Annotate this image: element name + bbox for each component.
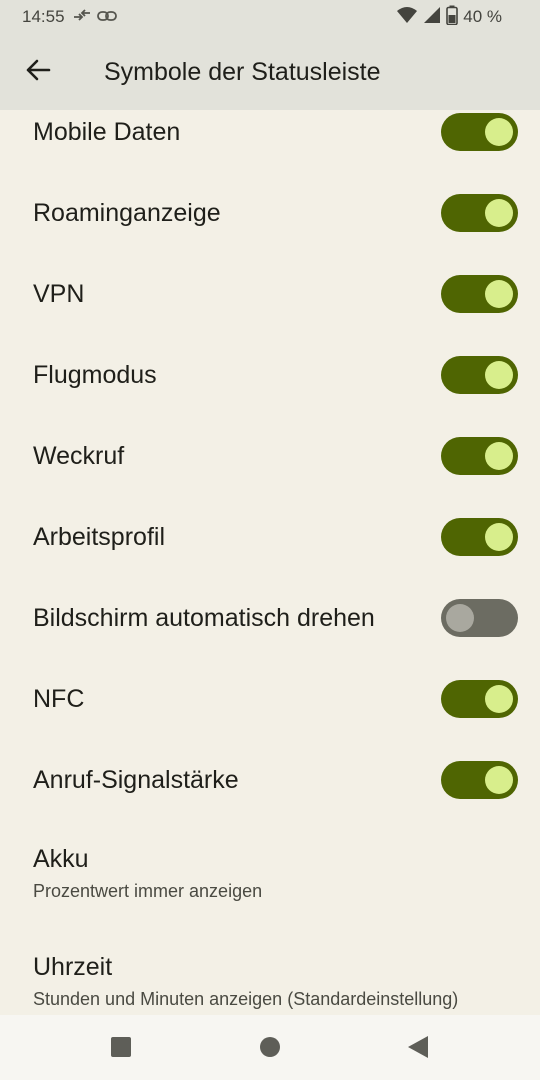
setting-row-alarm[interactable]: Weckruf bbox=[0, 436, 540, 476]
recents-button[interactable] bbox=[110, 1036, 132, 1063]
battery-icon bbox=[446, 5, 459, 30]
setting-row-call-signal[interactable]: Anruf-Signalstärke bbox=[0, 760, 540, 800]
arrow-back-icon bbox=[25, 57, 51, 88]
setting-label: Roaminganzeige bbox=[33, 198, 221, 227]
option-label: Akku bbox=[33, 845, 89, 873]
setting-label: Bildschirm automatisch drehen bbox=[33, 603, 375, 632]
switch-knob bbox=[485, 685, 513, 713]
setting-label: VPN bbox=[33, 279, 85, 308]
status-time: 14:55 bbox=[22, 7, 65, 26]
home-circle-icon bbox=[259, 1037, 281, 1062]
status-right-icons: 40 % bbox=[396, 5, 502, 30]
back-triangle-icon bbox=[407, 1036, 429, 1063]
switch-knob bbox=[485, 442, 513, 470]
setting-label: Mobile Daten bbox=[33, 117, 181, 146]
switch-knob bbox=[485, 199, 513, 227]
toggle-switch-mobile-data[interactable] bbox=[441, 113, 518, 151]
setting-label: Arbeitsprofil bbox=[33, 522, 165, 551]
status-bar: 14:55 40 % bbox=[0, 0, 540, 34]
setting-label: NFC bbox=[33, 684, 85, 713]
option-summary: Stunden und Minuten anzeigen (Standardei… bbox=[33, 989, 459, 1009]
option-row-battery[interactable]: Akku Prozentwert immer anzeigen bbox=[0, 845, 540, 905]
toggle-switch-alarm[interactable] bbox=[441, 437, 518, 475]
switch-knob bbox=[485, 280, 513, 308]
status-left-icons bbox=[73, 7, 117, 27]
option-summary: Prozentwert immer anzeigen bbox=[33, 881, 263, 901]
page-title: Symbole der Statusleiste bbox=[104, 57, 381, 86]
system-back-button[interactable] bbox=[407, 1035, 429, 1064]
toggle-switch-nfc[interactable] bbox=[441, 680, 518, 718]
toggle-switch-call-signal[interactable] bbox=[441, 761, 518, 799]
switch-knob bbox=[485, 118, 513, 146]
signal-icon bbox=[423, 6, 441, 29]
switch-knob bbox=[446, 604, 474, 632]
app-bar: Symbole der Statusleiste bbox=[0, 34, 540, 110]
setting-row-mobile-data[interactable]: Mobile Daten bbox=[0, 112, 540, 152]
battery-percentage: 40 % bbox=[463, 7, 502, 26]
toggle-switch-work-profile[interactable] bbox=[441, 518, 518, 556]
option-row-clock[interactable]: Uhrzeit Stunden und Minuten anzeigen (St… bbox=[0, 953, 540, 1013]
setting-label: Weckruf bbox=[33, 441, 125, 470]
link-icon bbox=[96, 7, 117, 27]
wifi-icon bbox=[396, 6, 418, 29]
settings-list: Mobile Daten Roaminganzeige VPN Flugmodu… bbox=[0, 110, 540, 1015]
setting-label: Anruf-Signalstärke bbox=[33, 765, 239, 794]
setting-row-work-profile[interactable]: Arbeitsprofil bbox=[0, 517, 540, 557]
data-transfer-icon bbox=[73, 7, 91, 27]
setting-row-airplane-mode[interactable]: Flugmodus bbox=[0, 355, 540, 395]
setting-label: Flugmodus bbox=[33, 360, 157, 389]
toggle-switch-vpn[interactable] bbox=[441, 275, 518, 313]
toggle-switch-auto-rotate[interactable] bbox=[441, 599, 518, 637]
setting-row-vpn[interactable]: VPN bbox=[0, 274, 540, 314]
setting-row-auto-rotate[interactable]: Bildschirm automatisch drehen bbox=[0, 598, 540, 638]
switch-knob bbox=[485, 766, 513, 794]
switch-knob bbox=[485, 523, 513, 551]
back-button[interactable] bbox=[14, 48, 62, 96]
setting-row-roaming[interactable]: Roaminganzeige bbox=[0, 193, 540, 233]
switch-knob bbox=[485, 361, 513, 389]
option-label: Uhrzeit bbox=[33, 953, 113, 981]
recents-square-icon bbox=[110, 1037, 132, 1062]
toggle-switch-airplane-mode[interactable] bbox=[441, 356, 518, 394]
navigation-bar bbox=[0, 1015, 540, 1080]
home-button[interactable] bbox=[259, 1036, 281, 1063]
toggle-switch-roaming[interactable] bbox=[441, 194, 518, 232]
setting-row-nfc[interactable]: NFC bbox=[0, 679, 540, 719]
